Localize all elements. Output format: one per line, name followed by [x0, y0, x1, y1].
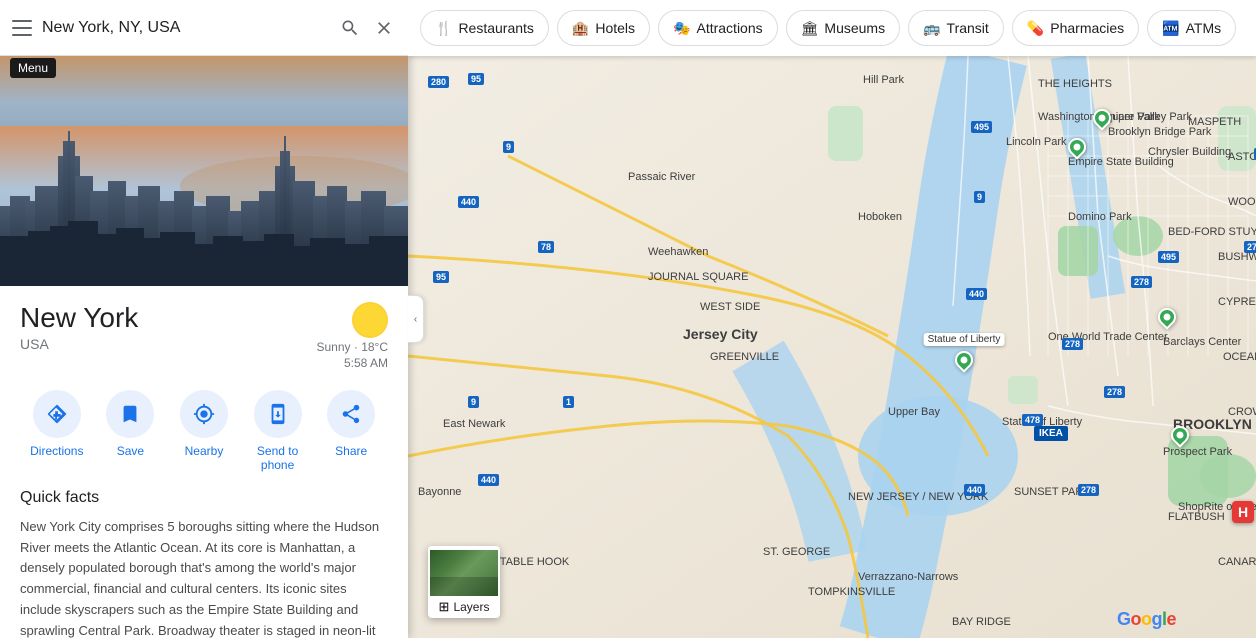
weather-sun-icon	[352, 302, 388, 338]
highway-95: 95	[468, 73, 484, 85]
weather-condition: Sunny · 18°C	[316, 340, 388, 354]
hotels-icon: 🏨	[572, 20, 589, 37]
highway-440c: 440	[966, 288, 987, 300]
city-country: USA	[20, 336, 138, 352]
attractions-icon: 🎭	[673, 20, 690, 37]
marker-chrysler[interactable]	[1093, 109, 1111, 127]
atms-icon: 🏧	[1162, 20, 1179, 37]
pill-restaurants[interactable]: 🍴 Restaurants	[420, 10, 549, 46]
transit-icon: 🚌	[923, 20, 940, 37]
layers-icon: ⊞	[439, 599, 450, 615]
share-button[interactable]: Share	[319, 390, 383, 473]
pharmacies-icon: 💊	[1027, 20, 1044, 37]
layers-button[interactable]: ⊞ Layers	[428, 546, 500, 618]
save-icon	[106, 390, 154, 438]
share-label: Share	[335, 444, 367, 458]
directions-label: Directions	[30, 444, 83, 458]
send-to-phone-label: Send to phone	[246, 444, 310, 473]
layers-label-row: ⊞ Layers	[430, 599, 498, 615]
nearby-label: Nearby	[185, 444, 224, 458]
highway-9c: 9	[974, 191, 985, 203]
map-area: 🍴 Restaurants 🏨 Hotels 🎭 Attractions 🏛 M…	[408, 0, 1256, 638]
pill-pharmacies[interactable]: 💊 Pharmacies	[1012, 10, 1139, 46]
quick-facts: Quick facts New York City comprises 5 bo…	[0, 489, 408, 638]
pharmacies-label: Pharmacies	[1050, 20, 1124, 36]
nearby-icon	[180, 390, 228, 438]
action-buttons: Directions Save Nearby	[0, 382, 408, 489]
google-logo: Google	[1117, 609, 1176, 630]
map-background[interactable]: Hill Park THE HEIGHTS Passaic River Weeh…	[408, 56, 1256, 638]
transit-label: Transit	[947, 20, 989, 36]
left-panel: Menu	[0, 0, 408, 638]
city-info: New York USA Sunny · 18°C 5:58 AM	[0, 286, 408, 382]
highway-495b: 495	[1158, 251, 1179, 263]
highway-278d: 278	[1104, 386, 1125, 398]
pill-transit[interactable]: 🚌 Transit	[908, 10, 1004, 46]
museums-label: Museums	[824, 20, 885, 36]
directions-button[interactable]: Directions	[25, 390, 89, 473]
weather-time: 5:58 AM	[344, 356, 388, 370]
restaurants-icon: 🍴	[435, 20, 452, 37]
marker-prospect[interactable]	[1171, 426, 1189, 444]
highway-9b: 9	[468, 396, 479, 408]
highway-440d: 440	[964, 484, 985, 496]
save-label: Save	[117, 444, 144, 458]
quick-facts-text: New York City comprises 5 boroughs sitti…	[20, 517, 388, 638]
pill-museums[interactable]: 🏛 Museums	[786, 10, 900, 46]
highway-495: 495	[971, 121, 992, 133]
city-name: New York	[20, 302, 138, 334]
highway-278: 278	[1062, 338, 1083, 350]
marker-empire[interactable]	[1068, 138, 1086, 156]
top-bar: 🍴 Restaurants 🏨 Hotels 🎭 Attractions 🏛 M…	[408, 0, 1256, 56]
directions-icon	[33, 390, 81, 438]
weather-info: Sunny · 18°C 5:58 AM	[316, 302, 388, 370]
hotels-label: Hotels	[595, 20, 635, 36]
highway-278c: 278	[1131, 276, 1152, 288]
marker-statue[interactable]: Statue of Liberty	[955, 351, 973, 369]
highway-278e: 278	[1244, 241, 1256, 253]
layers-thumbnail	[430, 550, 498, 596]
close-icon[interactable]	[372, 16, 396, 40]
nearby-button[interactable]: Nearby	[172, 390, 236, 473]
send-to-phone-icon	[254, 390, 302, 438]
pill-attractions[interactable]: 🎭 Attractions	[658, 10, 778, 46]
collapse-panel-button[interactable]: ‹	[408, 295, 424, 343]
ikea-label: IKEA	[1034, 426, 1068, 441]
search-icon[interactable]	[338, 16, 362, 40]
quick-facts-title: Quick facts	[20, 489, 388, 507]
share-icon	[327, 390, 375, 438]
marker-barclays[interactable]	[1158, 308, 1176, 326]
save-button[interactable]: Save	[98, 390, 162, 473]
attractions-label: Attractions	[696, 20, 762, 36]
highway-9: 9	[503, 141, 514, 153]
highway-78: 78	[538, 241, 554, 253]
search-input[interactable]	[42, 19, 328, 37]
search-bar	[0, 0, 408, 56]
layers-label: Layers	[453, 600, 489, 614]
send-to-phone-button[interactable]: Send to phone	[246, 390, 310, 473]
highway-478: 478	[1022, 414, 1043, 426]
marker-hospital[interactable]: H	[1232, 501, 1254, 523]
highway-440: 440	[458, 196, 479, 208]
highway-1: 1	[563, 396, 574, 408]
highway-280: 280	[428, 76, 449, 88]
menu-label: Menu	[10, 58, 56, 78]
highway-278b: 278	[1078, 484, 1099, 496]
pill-atms[interactable]: 🏧 ATMs	[1147, 10, 1236, 46]
museums-icon: 🏛	[801, 20, 819, 37]
restaurants-label: Restaurants	[458, 20, 533, 36]
highway-95b: 95	[433, 271, 449, 283]
hero-image	[0, 56, 408, 286]
hamburger-menu[interactable]	[12, 20, 32, 36]
pill-hotels[interactable]: 🏨 Hotels	[557, 10, 650, 46]
highway-440b: 440	[478, 474, 499, 486]
atms-label: ATMs	[1186, 20, 1222, 36]
